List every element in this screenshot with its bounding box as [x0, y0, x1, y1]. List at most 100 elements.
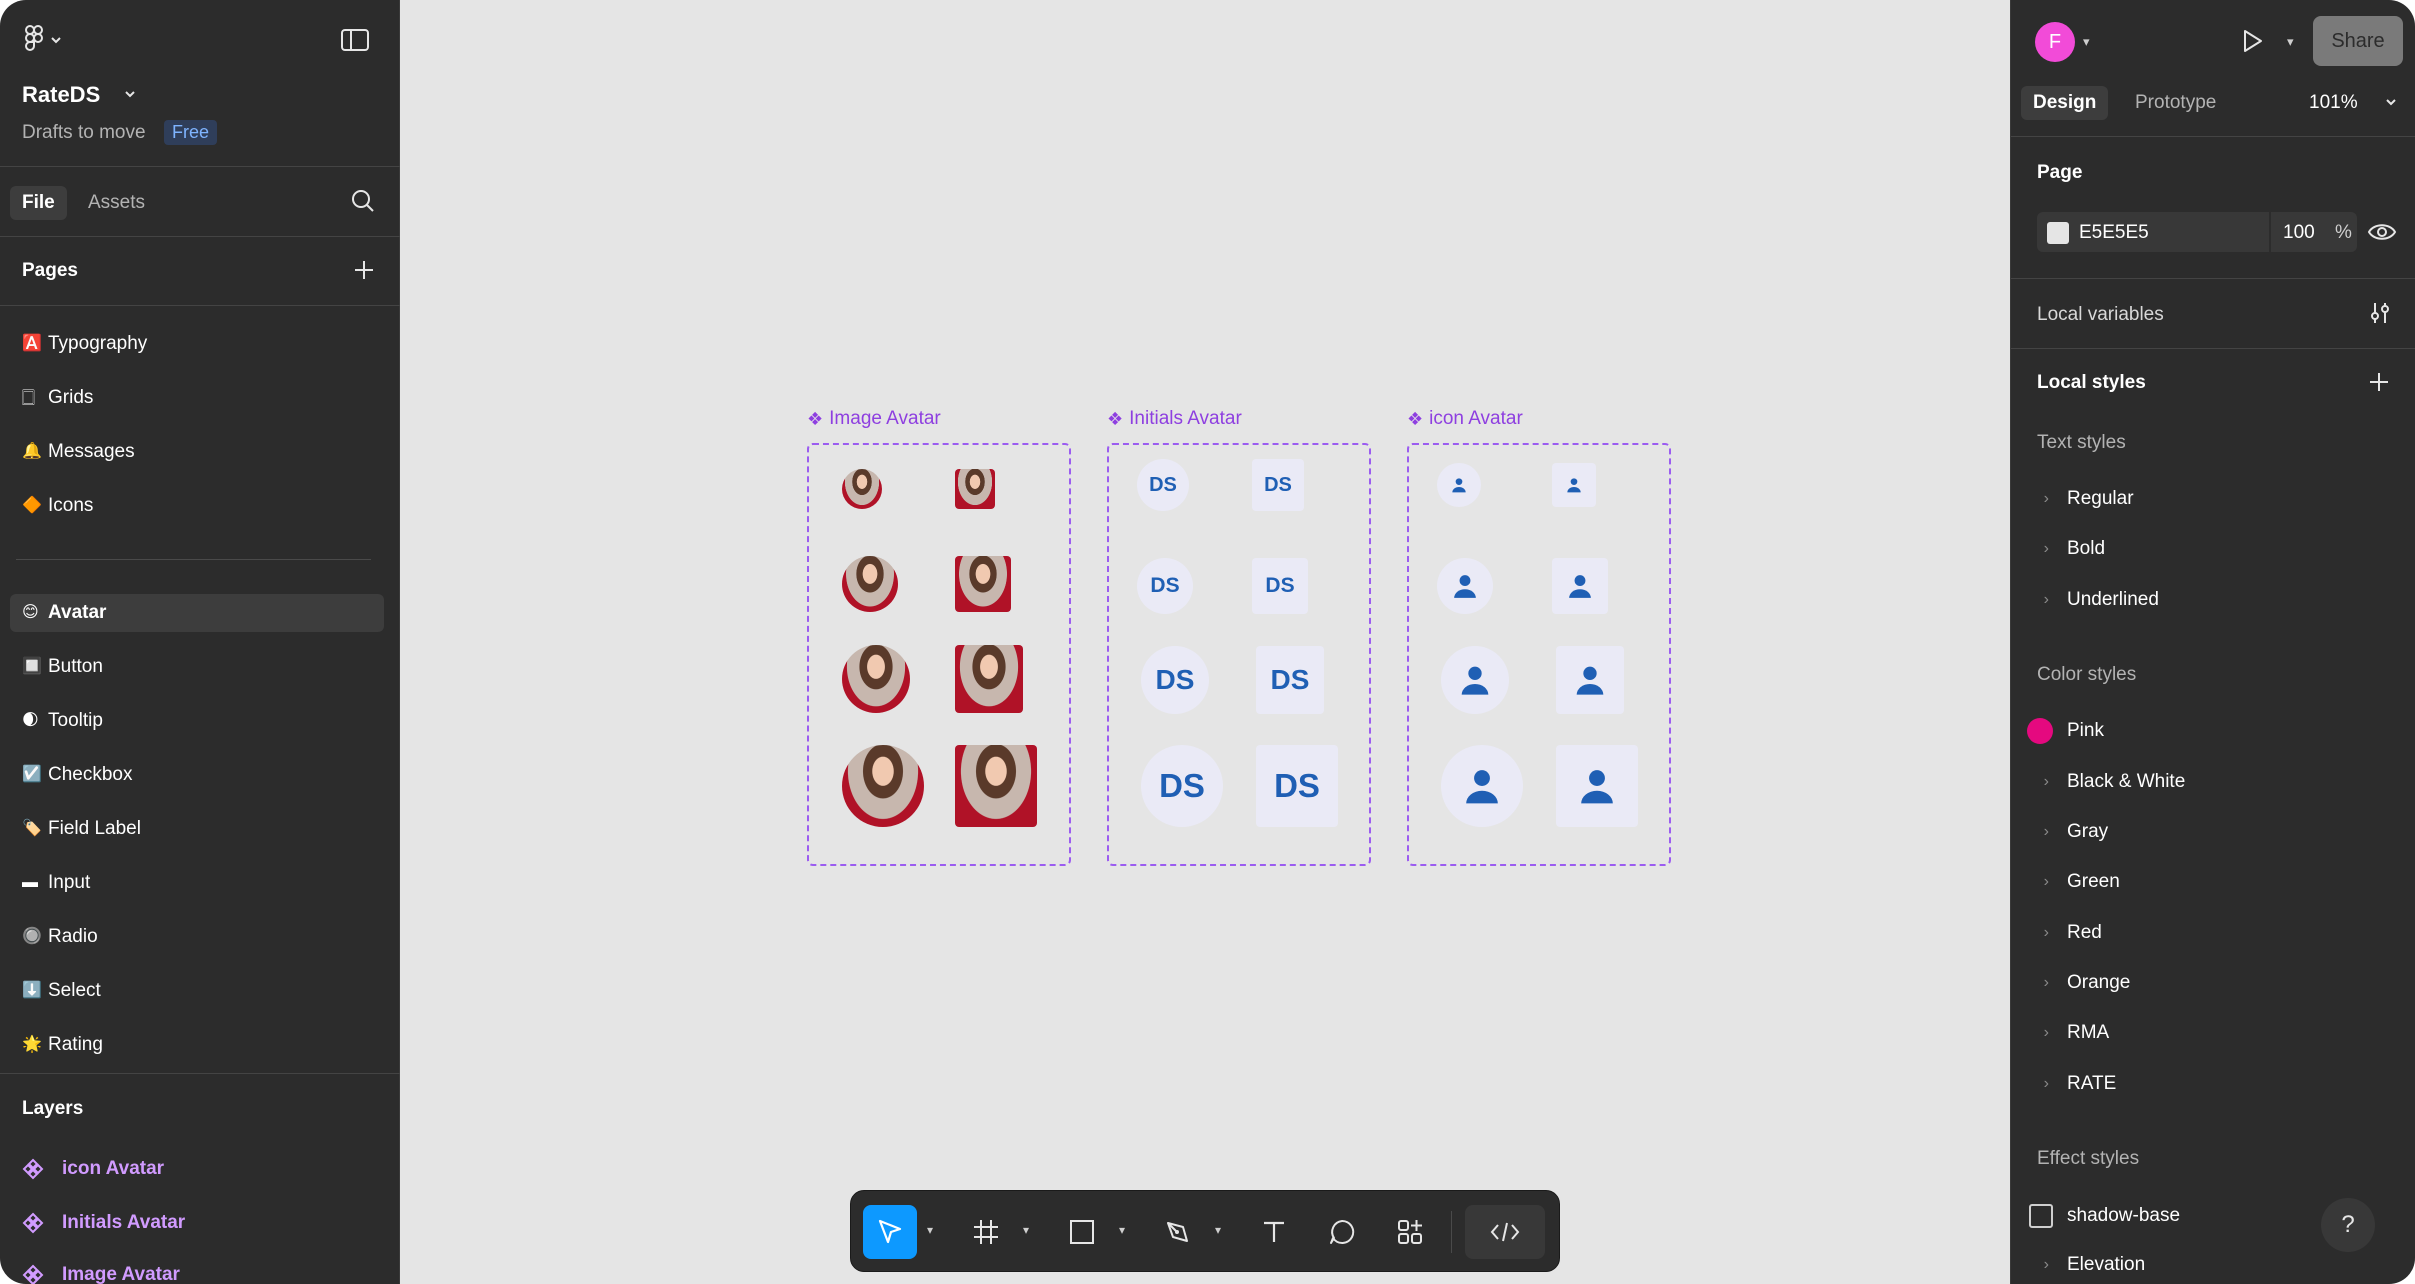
- shape-tool-chevron-icon[interactable]: ▾: [1119, 1223, 1125, 1237]
- search-layers-button[interactable]: [350, 188, 376, 219]
- page-item-rating[interactable]: 🌟 Rating: [10, 1026, 384, 1064]
- page-item-tooltip[interactable]: 🌒 Tooltip: [10, 702, 384, 740]
- user-avatar[interactable]: F: [2035, 22, 2075, 62]
- frame-tool-chevron-icon[interactable]: ▾: [1023, 1223, 1029, 1237]
- tab-design[interactable]: Design: [2021, 86, 2109, 120]
- pen-tool-chevron-icon[interactable]: ▾: [1215, 1223, 1221, 1237]
- page-item-select[interactable]: ⬇️ Select: [10, 972, 384, 1010]
- move-tool-chevron-icon[interactable]: ▾: [927, 1223, 933, 1237]
- dev-mode-toggle[interactable]: [1465, 1205, 1545, 1259]
- page-opacity-value[interactable]: 100: [2283, 222, 2315, 244]
- icon-avatar-round-xs[interactable]: [1437, 463, 1481, 507]
- tab-file[interactable]: File: [10, 186, 67, 220]
- initials-avatar-round-lg[interactable]: DS: [1141, 745, 1223, 827]
- color-style-rate[interactable]: › RATE: [2011, 1064, 2415, 1104]
- page-item-button[interactable]: 🔲 Button: [10, 648, 384, 686]
- image-avatar-round-lg[interactable]: [842, 745, 924, 827]
- actions-tool-button[interactable]: [1383, 1205, 1437, 1259]
- layer-icon-avatar[interactable]: icon Avatar: [22, 1152, 164, 1186]
- page-color-hex[interactable]: E5E5E5: [2079, 222, 2149, 244]
- share-button[interactable]: Share: [2313, 16, 2403, 66]
- image-avatar-square-sm[interactable]: [955, 556, 1011, 612]
- tab-prototype[interactable]: Prototype: [2135, 92, 2216, 114]
- initials-avatar-frame[interactable]: DS DS DS DS DS DS DS DS: [1107, 443, 1371, 866]
- color-style-black-white[interactable]: › Black & White: [2011, 762, 2415, 802]
- page-item-avatar[interactable]: 😊 Avatar: [10, 594, 384, 632]
- zoom-chevron-icon[interactable]: [2383, 94, 2399, 115]
- page-item-typography[interactable]: 🅰️ Typography: [10, 325, 384, 363]
- present-button[interactable]: [2237, 26, 2267, 61]
- color-style-orange[interactable]: › Orange: [2011, 963, 2415, 1003]
- color-style-green[interactable]: › Green: [2011, 862, 2415, 902]
- add-page-button[interactable]: [352, 258, 376, 287]
- canvas[interactable]: ❖ Image Avatar ❖ Initials Avatar DS DS D…: [401, 0, 2009, 1284]
- file-location[interactable]: Drafts to move: [22, 122, 146, 144]
- color-style-gray[interactable]: › Gray: [2011, 812, 2415, 852]
- frame-title-icon-avatar[interactable]: ❖ icon Avatar: [1407, 408, 1523, 430]
- image-avatar-round-xs[interactable]: [842, 469, 882, 509]
- grids-emoji-icon: 🀆: [22, 389, 35, 406]
- image-avatar-round-md[interactable]: [842, 645, 910, 713]
- initials-avatar-square-xs[interactable]: DS: [1252, 459, 1304, 511]
- text-style-regular[interactable]: › Regular: [2011, 479, 2415, 519]
- comment-tool-button[interactable]: [1315, 1205, 1369, 1259]
- page-item-checkbox[interactable]: ☑️ Checkbox: [10, 756, 384, 794]
- local-variables-link[interactable]: Local variables: [2037, 304, 2164, 326]
- page-color-swatch[interactable]: [2047, 222, 2069, 244]
- icon-avatar-square-lg[interactable]: [1556, 745, 1638, 827]
- toggle-sidebar-button[interactable]: [340, 28, 370, 57]
- add-style-button[interactable]: [2367, 370, 2391, 399]
- page-item-messages[interactable]: 🔔 Messages: [10, 433, 384, 471]
- icon-avatar-round-md[interactable]: [1441, 646, 1509, 714]
- frame-title-initials-avatar[interactable]: ❖ Initials Avatar: [1107, 408, 1242, 430]
- initials-avatar-square-md[interactable]: DS: [1256, 646, 1324, 714]
- icon-avatar-square-xs[interactable]: [1552, 463, 1596, 507]
- page-item-icons[interactable]: 🔶 Icons: [10, 487, 384, 525]
- present-options-chevron-icon[interactable]: ▾: [2287, 34, 2294, 50]
- text-style-underlined[interactable]: › Underlined: [2011, 580, 2415, 620]
- icon-avatar-square-md[interactable]: [1556, 646, 1624, 714]
- layer-initials-avatar[interactable]: Initials Avatar: [22, 1206, 185, 1240]
- zoom-level[interactable]: 101%: [2309, 92, 2358, 114]
- pen-tool-button[interactable]: [1151, 1205, 1205, 1259]
- main-menu-button[interactable]: [22, 24, 66, 57]
- help-button[interactable]: ?: [2321, 1198, 2375, 1252]
- image-avatar-square-xs[interactable]: [955, 469, 995, 509]
- initials-avatar-square-sm[interactable]: DS: [1252, 558, 1308, 614]
- initials-avatar-round-xs[interactable]: DS: [1137, 459, 1189, 511]
- frame-tool-button[interactable]: [959, 1205, 1013, 1259]
- initials-avatar-round-md[interactable]: DS: [1141, 646, 1209, 714]
- image-avatar-square-md[interactable]: [955, 645, 1023, 713]
- image-avatar-frame[interactable]: [807, 443, 1071, 866]
- icon-avatar-round-sm[interactable]: [1437, 558, 1493, 614]
- file-menu-chevron-icon[interactable]: [122, 86, 138, 107]
- page-item-input[interactable]: ▬ Input: [10, 864, 384, 902]
- icon-avatar-frame[interactable]: [1407, 443, 1671, 866]
- page-fill-field[interactable]: E5E5E5 100 %: [2037, 212, 2357, 252]
- icon-avatar-square-sm[interactable]: [1552, 558, 1608, 614]
- image-avatar-square-lg[interactable]: [955, 745, 1037, 827]
- text-tool-button[interactable]: [1247, 1205, 1301, 1259]
- frame-title-image-avatar[interactable]: ❖ Image Avatar: [807, 408, 941, 430]
- icon-avatar-round-lg[interactable]: [1441, 745, 1523, 827]
- toggle-visibility-button[interactable]: [2367, 218, 2397, 251]
- page-item-grids[interactable]: 🀆 Grids: [10, 379, 384, 417]
- file-name[interactable]: RateDS: [22, 82, 100, 108]
- page-item-radio[interactable]: 🔘 Radio: [10, 918, 384, 956]
- color-style-red[interactable]: › Red: [2011, 913, 2415, 953]
- page-label: Typography: [48, 333, 148, 354]
- variables-settings-button[interactable]: [2367, 300, 2393, 331]
- initials-avatar-round-sm[interactable]: DS: [1137, 558, 1193, 614]
- chevron-right-icon: ›: [2043, 873, 2049, 890]
- move-tool-button[interactable]: [863, 1205, 917, 1259]
- layer-image-avatar[interactable]: Image Avatar: [22, 1258, 180, 1284]
- user-menu-chevron-icon[interactable]: ▾: [2083, 34, 2090, 50]
- shape-tool-button[interactable]: [1055, 1205, 1109, 1259]
- color-style-pink[interactable]: Pink: [2011, 711, 2415, 751]
- page-item-field-label[interactable]: 🏷️ Field Label: [10, 810, 384, 848]
- tab-assets[interactable]: Assets: [88, 192, 145, 214]
- text-style-bold[interactable]: › Bold: [2011, 529, 2415, 569]
- color-style-rma[interactable]: › RMA: [2011, 1013, 2415, 1053]
- initials-avatar-square-lg[interactable]: DS: [1256, 745, 1338, 827]
- image-avatar-round-sm[interactable]: [842, 556, 898, 612]
